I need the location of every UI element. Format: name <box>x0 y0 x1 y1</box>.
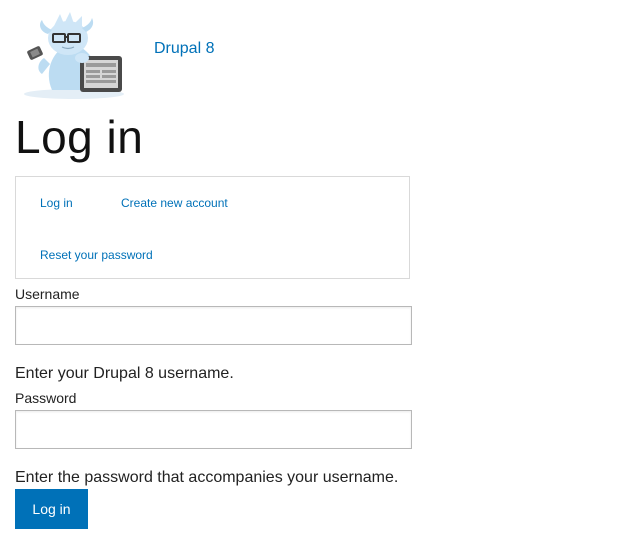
password-label: Password <box>15 390 77 406</box>
tab-log-in[interactable]: Log in <box>40 196 73 210</box>
username-input[interactable] <box>15 306 412 345</box>
password-description: Enter the password that accompanies your… <box>15 469 399 486</box>
username-description: Enter your Drupal 8 username. <box>15 365 234 382</box>
site-name-link[interactable]: Drupal 8 <box>154 40 214 58</box>
site-branding <box>22 12 126 102</box>
login-page: Drupal 8 Log in Log in Create new accoun… <box>0 0 640 545</box>
page-title: Log in <box>15 111 144 163</box>
username-label: Username <box>15 286 80 302</box>
password-input[interactable] <box>15 410 412 449</box>
site-logo-link[interactable] <box>22 12 126 102</box>
drupal-mascot-icon <box>24 12 124 99</box>
tab-create-new-account[interactable]: Create new account <box>121 196 228 210</box>
log-in-button[interactable]: Log in <box>15 489 88 529</box>
tab-reset-password[interactable]: Reset your password <box>40 248 153 262</box>
account-tabs: Log in Create new account Reset your pas… <box>15 176 410 279</box>
